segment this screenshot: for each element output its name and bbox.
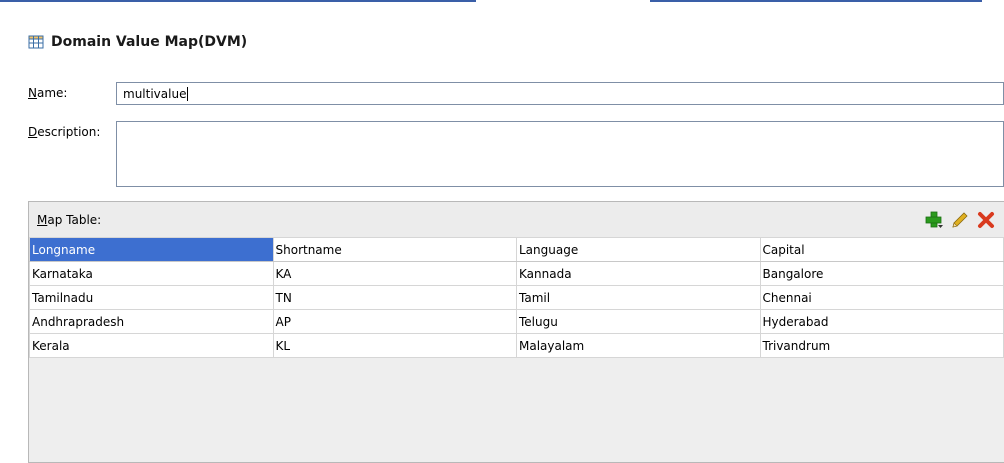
name-label-text: ame: — [36, 86, 68, 100]
map-table-label: Map Table: — [37, 213, 101, 227]
pencil-icon — [952, 212, 968, 228]
description-label: Description: — [28, 125, 100, 139]
description-field[interactable] — [116, 121, 1004, 187]
page-header: Domain Value Map(DVM) — [28, 30, 247, 54]
map-table-panel: Map Table: Longname Shortname Language C… — [28, 201, 1004, 463]
table-cell[interactable]: Hyderabad — [759, 309, 1004, 334]
table-icon — [28, 35, 44, 49]
map-table-label-mnemonic: M — [37, 213, 48, 227]
add-row-button[interactable] — [924, 210, 944, 230]
top-accent-line-left — [0, 0, 476, 2]
text-caret — [187, 86, 189, 101]
table-row[interactable]: Kerala KL Malayalam Trivandrum — [29, 333, 1004, 358]
table-cell[interactable]: Tamilnadu — [29, 285, 274, 310]
description-label-text: escription: — [37, 125, 101, 139]
column-header-capital[interactable]: Capital — [759, 237, 1004, 262]
column-header-longname[interactable]: Longname — [29, 237, 274, 262]
table-cell[interactable]: Chennai — [759, 285, 1004, 310]
table-cell[interactable]: Karnataka — [29, 261, 274, 286]
column-header-shortname[interactable]: Shortname — [272, 237, 517, 262]
table-cell[interactable]: AP — [272, 309, 517, 334]
top-accent-line-right — [650, 0, 982, 2]
table-row[interactable]: Tamilnadu TN Tamil Chennai — [29, 285, 1004, 310]
delete-row-button[interactable] — [976, 210, 996, 230]
map-table-grid: Longname Shortname Language Capital Karn… — [29, 237, 1004, 358]
map-table-label-text: ap Table: — [47, 213, 102, 227]
page-title: Domain Value Map(DVM) — [51, 34, 248, 50]
name-field[interactable]: multivalue — [116, 82, 1004, 105]
name-label: Name: — [28, 86, 67, 100]
table-row[interactable]: Andhrapradesh AP Telugu Hyderabad — [29, 309, 1004, 334]
table-cell[interactable]: KA — [272, 261, 517, 286]
table-cell[interactable]: Malayalam — [516, 333, 761, 358]
table-header-row: Longname Shortname Language Capital — [29, 237, 1004, 262]
table-cell[interactable]: TN — [272, 285, 517, 310]
table-row[interactable]: Karnataka KA Kannada Bangalore — [29, 261, 1004, 286]
edit-row-button[interactable] — [950, 210, 970, 230]
table-cell[interactable]: KL — [272, 333, 517, 358]
add-icon — [925, 211, 943, 228]
delete-icon — [978, 212, 994, 228]
column-header-language[interactable]: Language — [516, 237, 761, 262]
map-table-toolbar — [924, 210, 996, 230]
table-cell[interactable]: Trivandrum — [759, 333, 1004, 358]
name-field-value: multivalue — [123, 86, 187, 101]
map-table-header: Map Table: — [29, 202, 1004, 237]
table-cell[interactable]: Telugu — [516, 309, 761, 334]
table-cell[interactable]: Andhrapradesh — [29, 309, 274, 334]
description-label-mnemonic: D — [28, 125, 38, 139]
table-cell[interactable]: Tamil — [516, 285, 761, 310]
name-label-mnemonic: N — [28, 86, 37, 100]
table-cell[interactable]: Bangalore — [759, 261, 1004, 286]
table-cell[interactable]: Kerala — [29, 333, 274, 358]
table-cell[interactable]: Kannada — [516, 261, 761, 286]
